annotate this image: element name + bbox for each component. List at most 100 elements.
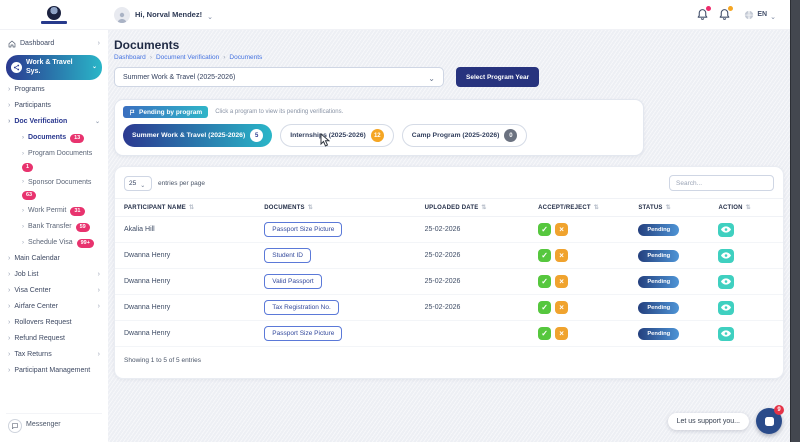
accept-reject-cell: ✓ × (529, 242, 630, 269)
caret-icon (8, 303, 10, 312)
breadcrumb-dashboard[interactable]: Dashboard (114, 54, 146, 61)
view-document-button[interactable] (718, 326, 735, 341)
sidebar-item-sponsor-documents[interactable]: Sponsor Documents 63 (6, 177, 102, 202)
view-document-button[interactable] (718, 274, 735, 289)
eye-icon (721, 304, 732, 311)
accept-button[interactable]: ✓ (538, 301, 552, 314)
caret-icon (8, 367, 10, 376)
col-documents: DOCUMENTS (255, 198, 416, 217)
accept-button[interactable]: ✓ (538, 249, 552, 262)
select-program-year-button[interactable]: Select Program Year (456, 67, 540, 87)
eye-icon (721, 226, 732, 233)
status-badge: Pending (638, 301, 680, 314)
count-badge: 1 (22, 162, 34, 172)
chevron-right-icon (98, 40, 100, 49)
table-row: Dwanna Henry Passport Size Picture ✓ × P… (115, 320, 783, 347)
sidebar-item-bank-transfer[interactable]: Bank Transfer 59 (6, 221, 102, 234)
sidebar-item-rollovers-request[interactable]: Rollovers Request (6, 317, 102, 330)
sidebar-item-schedule-visa[interactable]: Schedule Visa 99+ (6, 237, 102, 250)
document-pill-button[interactable]: Passport Size Picture (264, 222, 343, 237)
pending-count-badge: 5 (250, 129, 264, 142)
program-tab-camp-program[interactable]: Camp Program (2025-2026) 0 (401, 124, 528, 147)
document-pill-button[interactable]: Valid Passport (264, 274, 322, 289)
action-cell (709, 320, 783, 347)
user-menu[interactable]: Hi, Norval Mendez! (114, 6, 213, 24)
sidebar-item-program-documents[interactable]: Program Documents 1 (6, 148, 102, 173)
support-widget: Let us support you... 9 (667, 405, 784, 434)
accept-reject-cell: ✓ × (529, 294, 630, 321)
reject-button[interactable]: × (555, 275, 569, 288)
reject-button[interactable]: × (555, 249, 569, 262)
document-pill-button[interactable]: Student ID (264, 248, 311, 263)
sidebar-item-participant-management[interactable]: Participant Management (6, 365, 102, 378)
status-badge: Pending (638, 327, 680, 340)
view-document-button[interactable] (718, 248, 735, 263)
app-logo[interactable] (0, 5, 108, 24)
sidebar-item-work-permit[interactable]: Work Permit 31 (6, 205, 102, 218)
reject-button[interactable]: × (555, 223, 569, 236)
status-cell: Pending (629, 242, 710, 269)
breadcrumb-doc-verification[interactable]: Document Verification (156, 54, 219, 61)
col-action: ACTION (709, 198, 783, 217)
caret-icon (8, 319, 10, 328)
documents-table: PARTICIPANT NAME DOCUMENTS UPLOADED DATE… (115, 198, 783, 347)
reject-button[interactable]: × (555, 301, 569, 314)
program-year-value: Summer Work & Travel (2025-2026) (123, 73, 236, 81)
sort-icon[interactable] (308, 204, 313, 211)
action-cell (709, 216, 783, 243)
sidebar-item-programs[interactable]: Programs (6, 84, 102, 97)
document-pill-button[interactable]: Passport Size Picture (264, 326, 343, 341)
status-cell: Pending (629, 216, 710, 243)
search-input[interactable] (669, 175, 774, 191)
sidebar-item-documents[interactable]: Documents 13 (6, 132, 102, 145)
sidebar: Dashboard Work & Travel Sys. Programs Pa… (0, 30, 108, 442)
logo-wordmark (41, 20, 67, 24)
breadcrumb: Dashboard Document Verification Document… (114, 54, 784, 61)
reject-button[interactable]: × (555, 327, 569, 340)
language-selector[interactable]: EN (740, 3, 780, 26)
entries-per-page-select[interactable]: 25 (124, 175, 152, 191)
sidebar-item-tax-returns[interactable]: Tax Returns (6, 349, 102, 362)
sidebar-item-job-list[interactable]: Job List (6, 269, 102, 282)
accept-button[interactable]: ✓ (538, 223, 552, 236)
view-document-button[interactable] (718, 222, 735, 237)
view-document-button[interactable] (718, 300, 735, 315)
program-year-select[interactable]: Summer Work & Travel (2025-2026) (114, 67, 444, 87)
share-icon (11, 62, 22, 74)
sidebar-item-airfare-center[interactable]: Airfare Center (6, 301, 102, 314)
count-badge: 99+ (76, 239, 94, 248)
accept-button[interactable]: ✓ (538, 275, 552, 288)
program-tab-internships[interactable]: Internships (2025-2026) 12 (280, 124, 394, 147)
chevron-right-icon (98, 303, 100, 312)
sort-icon[interactable] (666, 204, 671, 211)
window-scrollbar[interactable] (790, 0, 800, 442)
sort-icon[interactable] (594, 204, 599, 211)
action-cell (709, 268, 783, 295)
sidebar-item-messenger[interactable]: Messenger (6, 412, 102, 435)
sidebar-item-participants[interactable]: Participants (6, 100, 102, 113)
sidebar-item-doc-verification[interactable]: Doc Verification (6, 116, 102, 129)
sort-icon[interactable] (189, 204, 194, 211)
program-tab-summer-work-travel[interactable]: Summer Work & Travel (2025-2026) 5 (123, 124, 273, 147)
flag-icon (130, 109, 135, 115)
count-badge: 13 (70, 134, 85, 143)
sort-icon[interactable] (746, 204, 751, 211)
sidebar-item-work-travel-system[interactable]: Work & Travel Sys. (6, 54, 102, 81)
notifications-bell-icon[interactable] (696, 5, 713, 21)
chat-launcher-button[interactable]: 9 (756, 405, 784, 434)
sidebar-item-dashboard[interactable]: Dashboard (6, 38, 102, 51)
support-message-bubble[interactable]: Let us support you... (667, 412, 749, 430)
sort-icon[interactable] (481, 204, 486, 211)
alerts-bell-icon[interactable] (718, 5, 735, 21)
eye-icon (721, 330, 732, 337)
sidebar-item-refund-request[interactable]: Refund Request (6, 333, 102, 346)
document-cell: Tax Registration No. (255, 294, 416, 321)
document-pill-button[interactable]: Tax Registration No. (264, 300, 339, 315)
avatar (114, 6, 130, 23)
sidebar-item-visa-center[interactable]: Visa Center (6, 285, 102, 298)
accept-button[interactable]: ✓ (538, 327, 552, 340)
caret-icon (8, 86, 10, 95)
sidebar-item-main-calendar[interactable]: Main Calendar (6, 253, 102, 266)
pending-by-program-card: Pending by program Click a program to vi… (114, 99, 644, 156)
count-badge: 59 (75, 223, 90, 232)
